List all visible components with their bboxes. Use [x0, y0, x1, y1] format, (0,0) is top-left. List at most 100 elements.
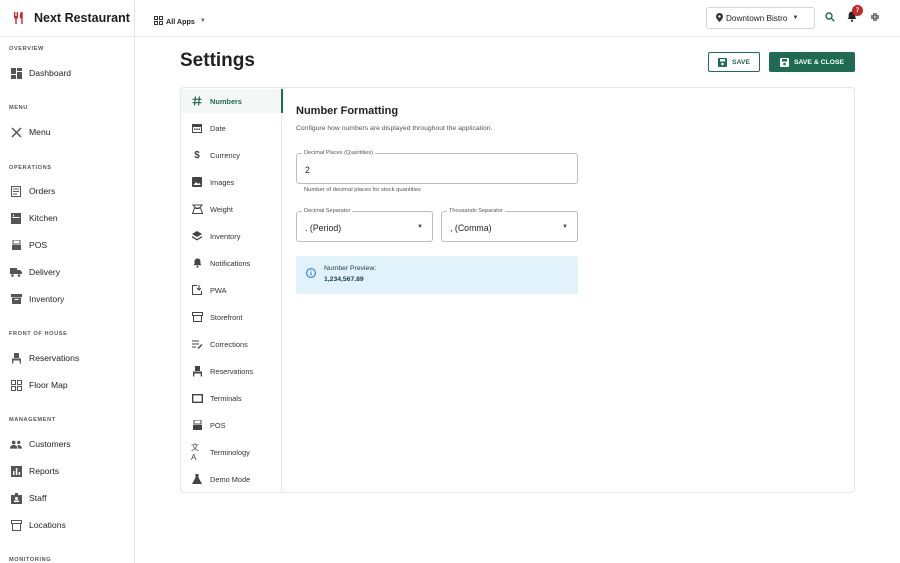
- sidebar-item-label: Staff: [29, 493, 47, 503]
- decimal-separator-select[interactable]: Decimal Separator . (Period) ▼: [296, 208, 433, 242]
- save-and-close-button[interactable]: SAVE & CLOSE: [769, 52, 855, 72]
- decimal-separator-label: Decimal Separator: [302, 208, 353, 214]
- sidebar-item-locations[interactable]: Locations: [0, 514, 134, 536]
- brand[interactable]: Next Restaurant: [12, 9, 130, 27]
- number-preview-alert: Number Preview: 1,234,567.89: [296, 256, 578, 294]
- settings-tab-numbers[interactable]: Numbers: [181, 89, 283, 113]
- info-icon: [306, 265, 316, 283]
- edit-list-icon: [191, 338, 203, 350]
- location-pin-icon: [716, 9, 723, 27]
- settings-tab-terminals[interactable]: Terminals: [181, 386, 282, 410]
- notifications-button[interactable]: 7: [845, 5, 863, 25]
- thousands-separator-select[interactable]: Thousands Separator , (Comma) ▼: [441, 208, 578, 242]
- decimal-places-field[interactable]: Decimal Places (Quantities) 2: [296, 150, 578, 184]
- location-label: Downtown Bistro: [726, 13, 788, 23]
- sidebar-item-menu[interactable]: Menu: [0, 121, 134, 143]
- save-button[interactable]: SAVE: [708, 52, 760, 72]
- save-button-label: SAVE: [731, 58, 750, 66]
- sidebar-item-delivery[interactable]: Delivery: [0, 261, 134, 283]
- sidebar-item-label: Orders: [29, 186, 56, 196]
- location-selector[interactable]: Downtown Bistro ▼: [706, 7, 815, 29]
- apps-grid-icon: [154, 12, 163, 30]
- settings-tab-reservations[interactable]: Reservations: [181, 359, 282, 383]
- sidebar: Next Restaurant OVERVIEW Dashboard MENU …: [0, 0, 135, 563]
- decimal-separator-value: . (Period): [305, 223, 342, 233]
- chevron-down-icon: ▼: [792, 15, 799, 21]
- sidebar-item-label: Menu: [29, 127, 51, 137]
- sidebar-item-label: Kitchen: [29, 213, 58, 223]
- kitchen-icon: [10, 212, 22, 224]
- sidebar-item-label: Floor Map: [29, 380, 68, 390]
- sidebar-item-label: Locations: [29, 520, 66, 530]
- settings-tab-weight[interactable]: Weight: [181, 197, 282, 221]
- settings-tab-corrections[interactable]: Corrections: [181, 332, 282, 356]
- settings-tab-notifications[interactable]: Notifications: [181, 251, 282, 275]
- dashboard-icon: [10, 67, 22, 79]
- brand-divider: [0, 36, 134, 37]
- search-icon: [825, 9, 835, 27]
- register-icon: [10, 239, 22, 251]
- chevron-down-icon: ▼: [417, 224, 423, 230]
- sidebar-item-inventory[interactable]: Inventory: [0, 288, 134, 310]
- settings-tab-images[interactable]: Images: [181, 170, 282, 194]
- settings-tab-label: PWA: [210, 285, 227, 295]
- layers-icon: [191, 230, 203, 242]
- settings-tab-terminology[interactable]: 文A Terminology: [181, 440, 282, 464]
- sidebar-item-label: Reservations: [29, 353, 80, 363]
- scale-icon: [191, 203, 203, 215]
- storefront-icon: [191, 311, 203, 323]
- sidebar-item-label: Delivery: [29, 267, 61, 277]
- sidebar-item-floor-map[interactable]: Floor Map: [0, 374, 134, 396]
- panel-description: Configure how numbers are displayed thro…: [296, 125, 493, 132]
- settings-tab-label: Weight: [210, 204, 233, 214]
- chevron-down-icon: ▼: [562, 224, 568, 230]
- panel-title: Number Formatting: [296, 105, 399, 117]
- sidebar-item-orders[interactable]: Orders: [0, 180, 134, 202]
- terminal-icon: [191, 392, 203, 404]
- settings-tab-pos[interactable]: POS: [181, 413, 282, 437]
- brand-name: Next Restaurant: [34, 11, 130, 25]
- collapse-arrows-icon: [870, 9, 880, 27]
- notification-badge: 7: [852, 5, 863, 16]
- sidebar-item-reports[interactable]: Reports: [0, 460, 134, 482]
- settings-tab-currency[interactable]: $ Currency: [181, 143, 282, 167]
- menu-utensils-icon: [10, 126, 22, 138]
- settings-tab-label: Numbers: [210, 96, 243, 106]
- settings-tab-label: Storefront: [210, 312, 243, 322]
- sidebar-item-staff[interactable]: Staff: [0, 487, 134, 509]
- settings-tab-date[interactable]: Date: [181, 116, 282, 140]
- settings-tab-label: Terminology: [210, 447, 250, 457]
- all-apps-label: All Apps: [166, 16, 195, 26]
- chevron-down-icon: ▼: [199, 18, 206, 24]
- layout-toggle-button[interactable]: [868, 11, 882, 25]
- settings-tab-demo-mode[interactable]: Demo Mode: [181, 467, 282, 491]
- register-icon: [191, 419, 203, 431]
- sidebar-item-customers[interactable]: Customers: [0, 433, 134, 455]
- section-label-management: MANAGEMENT: [9, 417, 56, 423]
- save-icon: [779, 57, 789, 67]
- settings-tab-storefront[interactable]: Storefront: [181, 305, 282, 329]
- settings-tab-inventory[interactable]: Inventory: [181, 224, 282, 248]
- settings-tab-label: Images: [210, 177, 235, 187]
- number-preview-label: Number Preview:: [324, 265, 377, 272]
- all-apps-button[interactable]: All Apps ▼: [154, 12, 206, 30]
- settings-tab-label: Demo Mode: [210, 474, 251, 484]
- settings-tab-pwa[interactable]: PWA: [181, 278, 282, 302]
- sidebar-item-reservations[interactable]: Reservations: [0, 347, 134, 369]
- image-icon: [191, 176, 203, 188]
- chair-icon: [10, 352, 22, 364]
- inventory-box-icon: [10, 293, 22, 305]
- sidebar-item-pos[interactable]: POS: [0, 234, 134, 256]
- chair-icon: [191, 365, 203, 377]
- sidebar-item-kitchen[interactable]: Kitchen: [0, 207, 134, 229]
- search-button[interactable]: [823, 11, 837, 25]
- settings-tab-label: Inventory: [210, 231, 241, 241]
- sidebar-item-dashboard[interactable]: Dashboard: [0, 62, 134, 84]
- section-label-operations: OPERATIONS: [9, 165, 52, 171]
- hash-icon: [191, 95, 203, 107]
- sidebar-item-label: Inventory: [29, 294, 65, 304]
- decimal-places-helper: Number of decimal places for stock quant…: [304, 187, 421, 193]
- sidebar-item-label: Dashboard: [29, 68, 72, 78]
- thousands-separator-value: , (Comma): [450, 223, 492, 233]
- section-label-front-of-house: FRONT OF HOUSE: [9, 331, 68, 337]
